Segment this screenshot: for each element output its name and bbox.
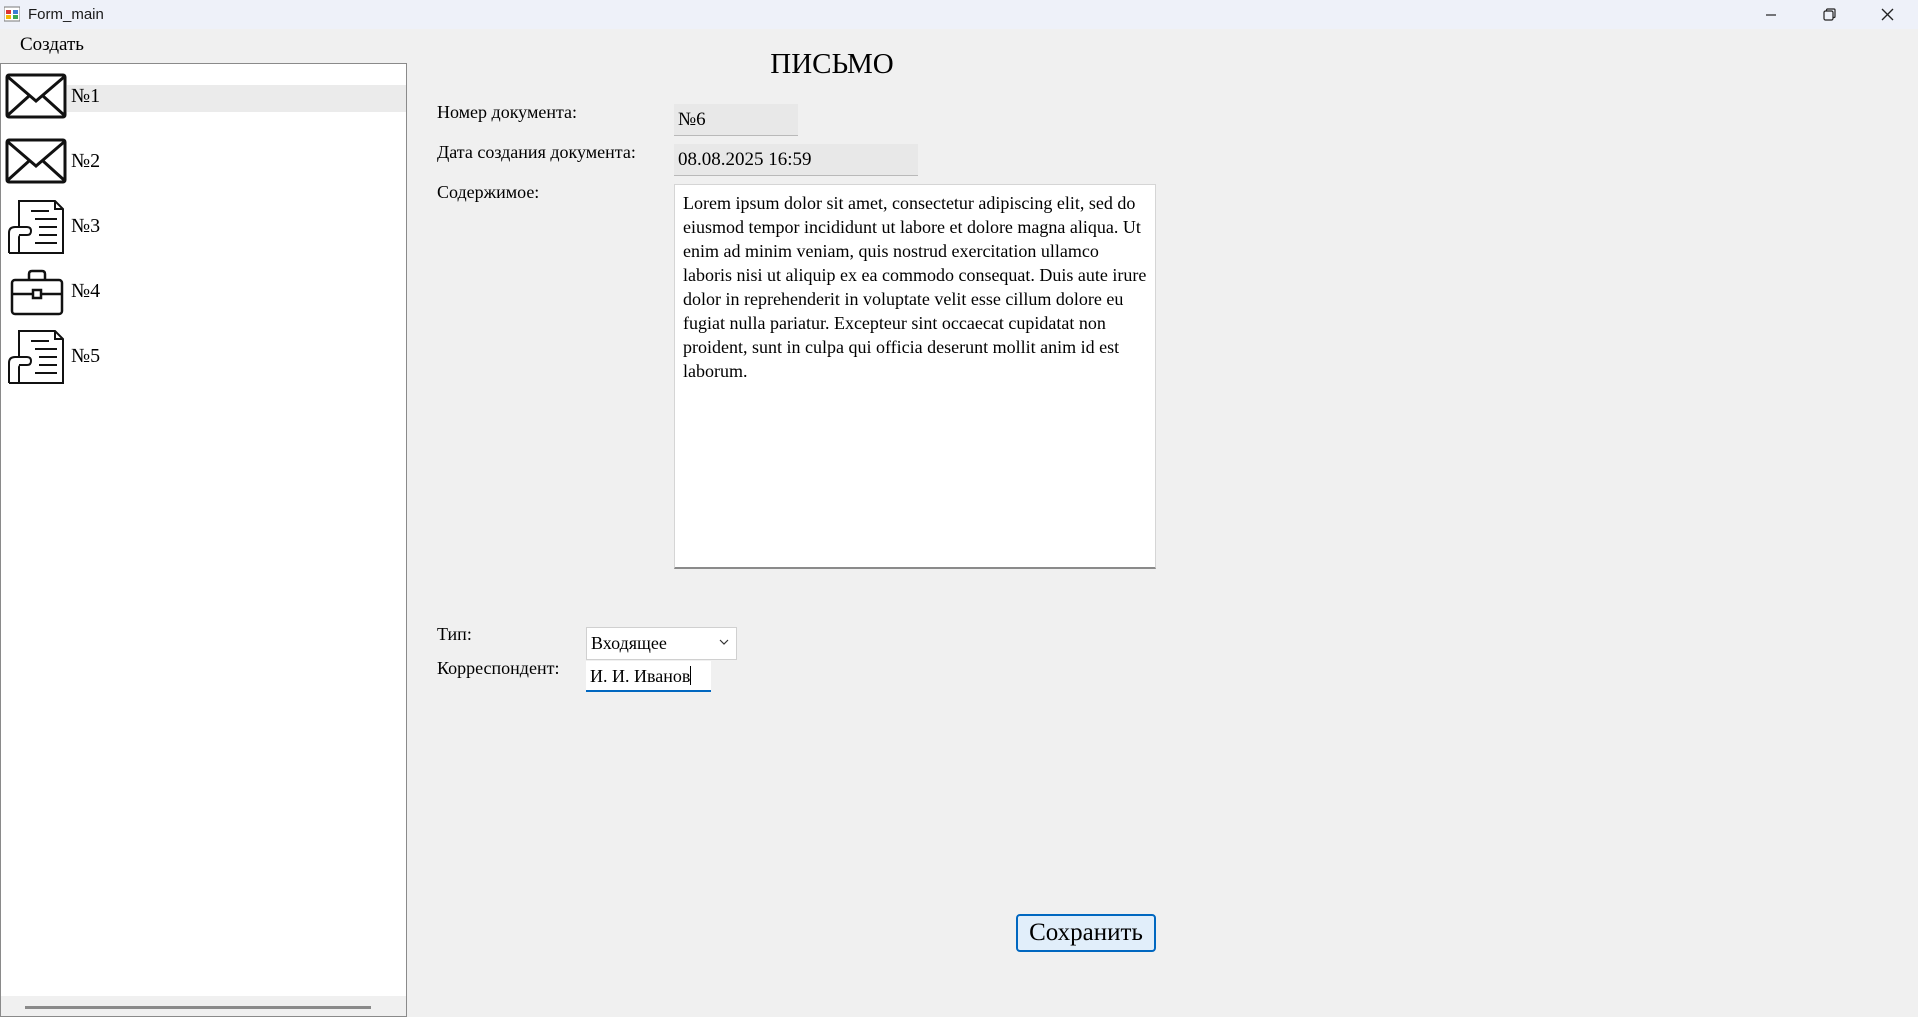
list-item-label: №4: [71, 280, 101, 302]
list-item[interactable]: №3: [1, 195, 406, 257]
type-label: Тип:: [437, 624, 472, 644]
document-icon: [8, 200, 64, 254]
list-item[interactable]: №1: [1, 65, 406, 127]
selection-highlight: [67, 85, 406, 112]
list-item[interactable]: №4: [1, 260, 406, 322]
content-textarea[interactable]: Lorem ipsum dolor sit amet, consectetur …: [674, 184, 1156, 569]
document-icon: [8, 330, 64, 384]
type-select-value: Входящее: [591, 633, 667, 653]
page-title: ПИСЬМО: [770, 48, 894, 80]
app-icon: [4, 6, 20, 22]
minimize-icon: [1766, 13, 1776, 16]
list-item-label: №5: [71, 345, 101, 367]
list-item-label: №3: [71, 215, 101, 237]
doc-number-label: Номер документа:: [437, 102, 578, 122]
list-item[interactable]: №2: [1, 130, 406, 192]
window-title: Form_main: [28, 6, 104, 23]
close-icon: [1881, 8, 1893, 21]
minimize-button[interactable]: [1742, 0, 1800, 29]
menu-create[interactable]: Создать: [9, 32, 95, 58]
list-item[interactable]: №5: [1, 325, 406, 387]
list-item-label: №1: [71, 85, 101, 107]
chevron-down-icon: [719, 639, 729, 645]
doc-number-field[interactable]: №6: [674, 104, 798, 136]
text-caret: [690, 666, 692, 685]
restore-icon: [1822, 8, 1836, 21]
horizontal-scrollbar[interactable]: [1, 996, 406, 1016]
title-bar: Form_main: [0, 0, 1918, 29]
close-button[interactable]: [1858, 0, 1916, 29]
envelope-icon: [5, 138, 67, 184]
correspondent-value: И. И. Иванов: [590, 666, 691, 686]
created-date-field[interactable]: 08.08.2025 16:59: [674, 144, 918, 176]
save-button[interactable]: Сохранить: [1016, 914, 1156, 952]
envelope-icon: [5, 73, 67, 119]
correspondent-label: Корреспондент:: [437, 658, 560, 678]
type-select[interactable]: Входящее: [586, 627, 737, 660]
list-item-label: №2: [71, 150, 101, 172]
menu-bar: Создать: [0, 29, 410, 63]
document-list[interactable]: №1 №2 №3 №4 №5: [0, 63, 407, 1017]
content-label: Содержимое:: [437, 182, 540, 202]
briefcase-icon: [10, 269, 64, 316]
correspondent-input[interactable]: И. И. Иванов: [586, 661, 711, 692]
restore-button[interactable]: [1800, 0, 1858, 29]
created-date-label: Дата создания документа:: [437, 142, 636, 162]
scrollbar-thumb[interactable]: [25, 1006, 371, 1009]
